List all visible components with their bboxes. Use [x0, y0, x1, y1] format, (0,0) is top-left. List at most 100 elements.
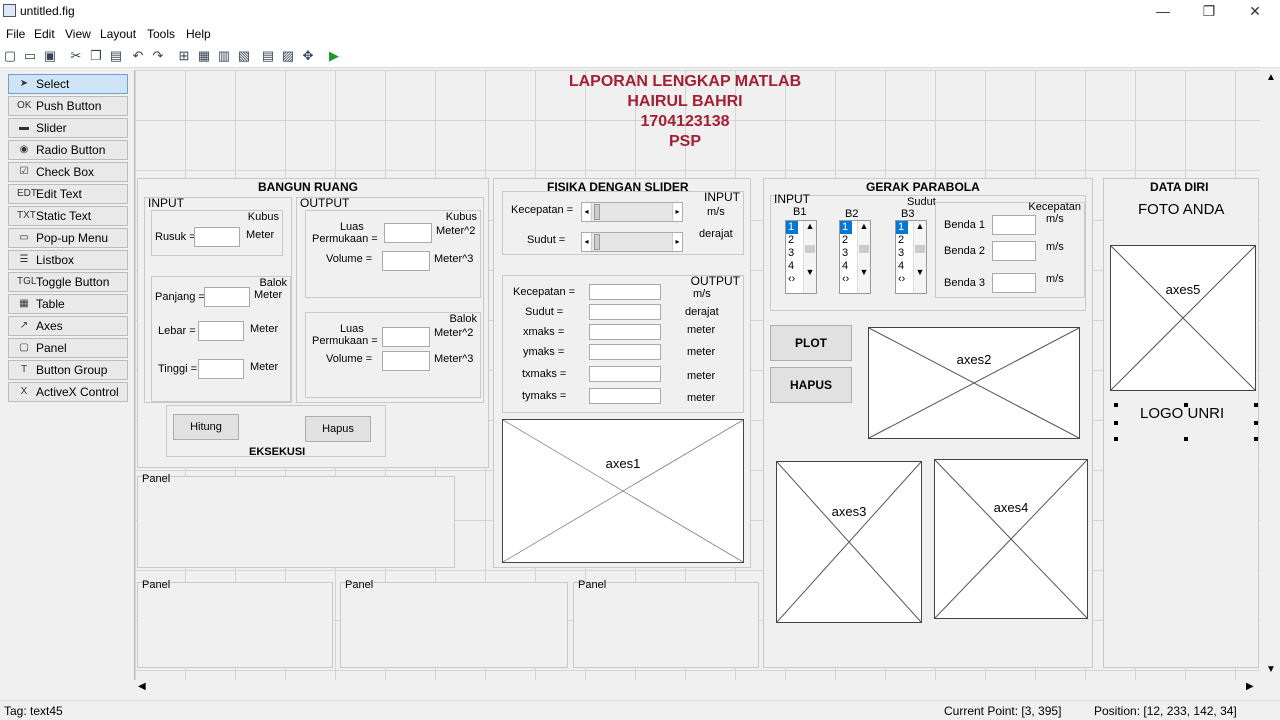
axes5[interactable]: axes5 [1110, 245, 1256, 391]
panel-bangun-input[interactable]: INPUT Kubus Rusuk = Meter Balok Panjang … [144, 196, 292, 403]
vertical-scrollbar[interactable]: ▲ ▼ [1262, 70, 1280, 680]
panel-output-balok[interactable]: Balok Luas Permukaan = Meter^2 Volume = M… [305, 312, 481, 398]
menu-view[interactable]: View [65, 27, 91, 41]
scroll-down-icon[interactable]: ▼ [914, 267, 926, 277]
scroll-up-icon[interactable]: ▲ [804, 221, 816, 231]
panel-data-diri[interactable]: DATA DIRI FOTO ANDA axes5 LOGO UNRI [1103, 178, 1259, 668]
scroll-left-icon[interactable]: ◀ [138, 681, 146, 692]
selection-handle[interactable] [1114, 403, 1118, 407]
tymaks-field[interactable] [589, 388, 661, 404]
selection-handle[interactable] [1254, 437, 1258, 441]
new-icon[interactable]: ▢ [2, 48, 18, 64]
minimize-button[interactable]: — [1140, 0, 1186, 24]
panel-input-kubus[interactable]: Kubus Rusuk = Meter [151, 210, 283, 256]
list-item[interactable]: 4 [786, 260, 798, 273]
slider-left-arrow-icon[interactable]: ◂ [582, 233, 592, 251]
listbox-b3[interactable]: 1 2 3 4 ‹› ▲ ▼ [895, 220, 927, 294]
panel-parabola[interactable]: GERAK PARABOLA INPUT B1 B2 B3 Sudut 1234… [763, 178, 1093, 668]
panel-bangun-output[interactable]: OUTPUT Kubus Luas Permukaan = Meter^2 Vol… [296, 196, 484, 403]
palette-check-box[interactable]: ☑ Check Box [8, 162, 128, 182]
panel-empty-1[interactable]: Panel [137, 473, 455, 568]
menu-layout[interactable]: Layout [100, 27, 136, 41]
redo-icon[interactable]: ↷ [150, 48, 166, 64]
palette-button-group[interactable]: T Button Group [8, 360, 128, 380]
slider-thumb[interactable] [594, 204, 600, 220]
hitung-button[interactable]: Hitung [173, 414, 239, 440]
txmaks-field[interactable] [589, 366, 661, 382]
panel-empty-2[interactable]: Panel [137, 579, 333, 668]
slider-left-arrow-icon[interactable]: ◂ [582, 203, 592, 221]
selection-handle[interactable] [1184, 403, 1188, 407]
palette-toggle-button[interactable]: TGL Toggle Button [8, 272, 128, 292]
panel-kecepatan[interactable]: Kecepatan Benda 1 m/s Benda 2 m/s Benda … [935, 201, 1085, 298]
scroll-thumb[interactable] [805, 245, 815, 253]
kubus-volume-output[interactable] [382, 251, 430, 271]
palette-push-button[interactable]: OK Push Button [8, 96, 128, 116]
palette-slider[interactable]: ▬ Slider [8, 118, 128, 138]
panel-empty-3[interactable]: Panel [340, 579, 568, 668]
xmaks-field[interactable] [589, 324, 661, 340]
hapus-parabola-button[interactable]: HAPUS [770, 367, 852, 403]
scroll-up-icon[interactable]: ▲ [1266, 72, 1276, 83]
browser-icon[interactable]: ✥ [300, 48, 316, 64]
list-item[interactable]: 3 [896, 247, 908, 260]
out-kecepatan-field[interactable] [589, 284, 661, 300]
scroll-down-icon[interactable]: ▼ [1266, 664, 1276, 675]
list-item[interactable]: 4 [840, 260, 852, 273]
panel-output-kubus[interactable]: Kubus Luas Permukaan = Meter^2 Volume = M… [305, 210, 481, 298]
panjang-input[interactable] [204, 287, 250, 307]
palette-axes[interactable]: ↗ Axes [8, 316, 128, 336]
listbox-scrollbar[interactable]: ▲ ▼ [857, 221, 870, 293]
selection-handle[interactable] [1114, 421, 1118, 425]
list-item[interactable]: 3 [840, 247, 852, 260]
list-item[interactable]: 1 [786, 221, 798, 234]
kubus-luas-output[interactable] [384, 223, 432, 243]
panel-fisika-input[interactable]: INPUT Kecepatan = ◂ ▸ m/s Sudut = ◂ ▸ dera… [502, 190, 744, 255]
scroll-up-icon[interactable]: ▲ [914, 221, 926, 231]
scroll-down-icon[interactable]: ▼ [858, 267, 870, 277]
inspector-icon[interactable]: ▨ [280, 48, 296, 64]
selection-handle[interactable] [1254, 421, 1258, 425]
benda1-input[interactable] [992, 215, 1036, 235]
axes4[interactable]: axes4 [934, 459, 1088, 619]
kecepatan-slider[interactable]: ◂ ▸ [581, 202, 683, 222]
ymaks-field[interactable] [589, 344, 661, 360]
scroll-down-icon[interactable]: ▼ [804, 267, 816, 277]
panel-input-balok[interactable]: Balok Panjang = Meter Lebar = Meter Ting… [151, 276, 291, 402]
listbox-scrollbar[interactable]: ▲ ▼ [803, 221, 816, 293]
palette-pop-up-menu[interactable]: ▭ Pop-up Menu [8, 228, 128, 248]
logo-label[interactable]: LOGO UNRI [1140, 405, 1224, 422]
menu-file[interactable]: File [6, 27, 25, 41]
palette-table[interactable]: ▦ Table [8, 294, 128, 314]
list-item[interactable]: 1 [896, 221, 908, 234]
palette-radio-button[interactable]: ◉ Radio Button [8, 140, 128, 160]
selection-handle[interactable] [1254, 403, 1258, 407]
panel-bangun-ruang[interactable]: BANGUN RUANG INPUT Kubus Rusuk = Meter B… [137, 178, 489, 468]
scroll-thumb[interactable] [859, 245, 869, 253]
layout-canvas[interactable]: LAPORAN LENGKAP MATLAB HAIRUL BAHRI 1704… [134, 70, 1260, 680]
hapus-bangun-button[interactable]: Hapus [305, 416, 371, 442]
panel-fisika[interactable]: FISIKA DENGAN SLIDER INPUT Kecepatan = ◂… [493, 178, 751, 568]
editor-icon[interactable]: ▤ [260, 48, 276, 64]
list-item[interactable]: 3 [786, 247, 798, 260]
benda3-input[interactable] [992, 273, 1036, 293]
copy-icon[interactable]: ❐ [88, 48, 104, 64]
listbox-b2[interactable]: 1 2 3 4 ‹› ▲ ▼ [839, 220, 871, 294]
panel-eksekusi[interactable]: Hitung Hapus EKSEKUSI [166, 405, 386, 458]
menu-help[interactable]: Help [186, 27, 211, 41]
panel-parabola-input[interactable]: INPUT B1 B2 B3 Sudut 1 2 3 4 ‹› ▲ ▼ 1 2 3 4 ‹› ▲ ▼ 1… [770, 192, 1086, 311]
horizontal-scrollbar[interactable]: ◀ ▶ [134, 680, 1262, 696]
axes2[interactable]: axes2 [868, 327, 1080, 439]
out-sudut-field[interactable] [589, 304, 661, 320]
list-item[interactable]: 4 [896, 260, 908, 273]
tab-order-icon[interactable]: ▥ [216, 48, 232, 64]
panel-fisika-output[interactable]: OUTPUT Kecepatan = m/s Sudut = derajat x… [502, 274, 744, 413]
open-icon[interactable]: ▭ [22, 48, 38, 64]
align-icon[interactable]: ⊞ [176, 48, 192, 64]
palette-panel[interactable]: ▢ Panel [8, 338, 128, 358]
toolbar-editor-icon[interactable]: ▧ [236, 48, 252, 64]
axes1[interactable]: axes1 [502, 419, 744, 563]
palette-listbox[interactable]: ☰ Listbox [8, 250, 128, 270]
selection-handle[interactable] [1114, 437, 1118, 441]
list-item[interactable]: 2 [786, 234, 798, 247]
